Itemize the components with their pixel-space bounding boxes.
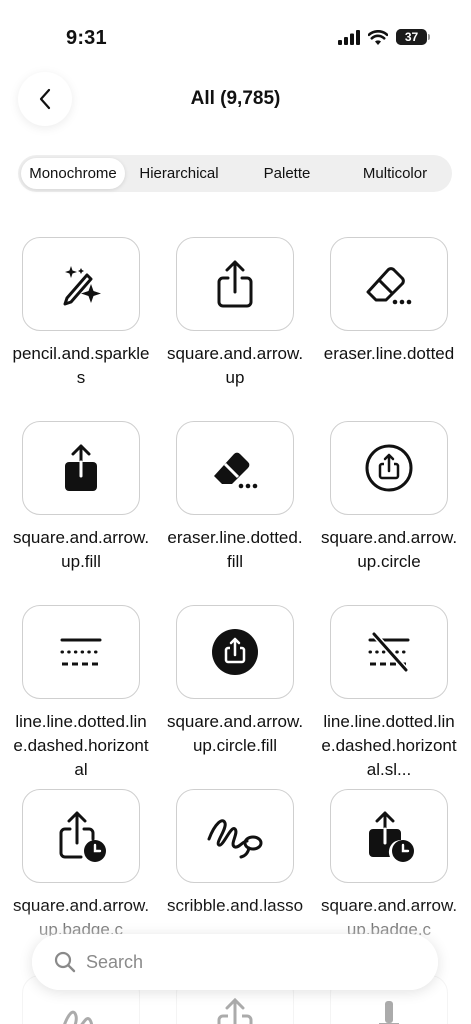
square-and-arrow-up-circle-fill-icon (212, 629, 258, 675)
symbol-item[interactable]: eraser.line.dotted.fill (158, 421, 312, 574)
segment-monochrome[interactable]: Monochrome (21, 158, 125, 189)
symbol-tile[interactable] (330, 421, 448, 515)
symbol-tile[interactable] (176, 605, 294, 699)
battery-level: 37 (404, 30, 419, 44)
search-input[interactable] (86, 951, 386, 973)
page-title: All (9,785) (190, 88, 281, 109)
symbol-item[interactable]: square.and.arrow.up.badge.c (312, 789, 466, 942)
nav-bar: All (9,785) (0, 70, 471, 130)
square-and-arrow-up-icon (217, 997, 253, 1024)
status-bar: 9:31 37 (0, 0, 471, 70)
symbol-tile[interactable] (176, 789, 294, 883)
battery-icon: 37 (396, 29, 430, 45)
symbol-item[interactable]: square.and.arrow.up.circle (312, 421, 466, 574)
search-bar[interactable] (32, 934, 438, 990)
eraser-line-dotted-icon (366, 267, 412, 305)
symbol-item[interactable]: pencil.and.sparkles (4, 237, 158, 390)
square-and-arrow-up-badge-clock-icon (59, 811, 106, 862)
symbol-item[interactable]: square.and.arrow.up.badge.c (4, 789, 158, 942)
symbol-label: line.line.dotted.line.dashed.horizontal (13, 712, 149, 779)
segment-hierarchical[interactable]: Hierarchical (125, 158, 233, 189)
square-and-arrow-up-circle-icon (365, 444, 413, 492)
symbol-tile[interactable] (176, 421, 294, 515)
symbol-tile[interactable] (330, 237, 448, 331)
symbol-tile[interactable] (22, 237, 140, 331)
symbol-tile[interactable] (330, 605, 448, 699)
cellular-signal-icon (338, 29, 360, 45)
symbol-label: square.and.arrow.up.circle (320, 528, 458, 571)
symbol-label: square.and.arrow.up (166, 344, 304, 387)
status-time: 9:31 (66, 27, 107, 49)
symbol-label: eraser.line.dotted.fill (167, 528, 303, 571)
symbol-label: square.and.arrow.up.circle.fill (166, 712, 304, 755)
pencil-and-sparkles-icon (63, 266, 101, 306)
symbol-item[interactable]: scribble.and.lasso (158, 789, 312, 918)
square-and-arrow-up-icon (217, 260, 253, 308)
square-and-arrow-up-fill-icon (65, 444, 97, 491)
symbol-item[interactable]: square.and.arrow.up.circle.fill (158, 605, 312, 758)
symbol-label: pencil.and.sparkles (12, 344, 150, 387)
line-dotted-dashed-horizontal-slash-icon (368, 632, 410, 672)
eraser-line-dotted-fill-icon (214, 452, 258, 489)
paintbrush-icon (379, 1001, 399, 1024)
symbol-label: scribble.and.lasso (166, 896, 304, 915)
symbol-tile[interactable] (330, 789, 448, 883)
rendering-mode-segmented-control: Monochrome Hierarchical Palette Multicol… (18, 155, 452, 192)
symbol-tile[interactable] (22, 421, 140, 515)
symbol-item[interactable]: line.line.dotted.line.dashed.horizontal.… (312, 605, 466, 782)
symbol-label: eraser.line.dotted (323, 344, 455, 363)
symbol-item[interactable]: line.line.dotted.line.dashed.horizontal (4, 605, 158, 782)
segment-palette[interactable]: Palette (233, 158, 341, 189)
scribble-and-lasso-icon (207, 819, 263, 859)
symbol-item[interactable]: square.and.arrow.up.fill (4, 421, 158, 574)
symbol-tile[interactable] (176, 237, 294, 331)
segment-multicolor[interactable]: Multicolor (341, 158, 449, 189)
wifi-icon (368, 29, 388, 45)
magnifying-glass-icon (54, 951, 76, 973)
symbol-tile[interactable] (22, 789, 140, 883)
line-dotted-dashed-horizontal-icon (60, 638, 102, 666)
symbol-label: line.line.dotted.line.dashed.horizontal.… (321, 712, 457, 779)
symbol-label: square.and.arrow.up.fill (12, 528, 150, 571)
square-and-arrow-up-badge-clock-fill-icon (369, 811, 414, 862)
symbol-tile[interactable] (22, 605, 140, 699)
signature-icon (63, 1010, 94, 1024)
symbol-item[interactable]: square.and.arrow.up (158, 237, 312, 390)
status-icons: 37 (338, 29, 430, 45)
symbol-item[interactable]: eraser.line.dotted (312, 237, 466, 366)
